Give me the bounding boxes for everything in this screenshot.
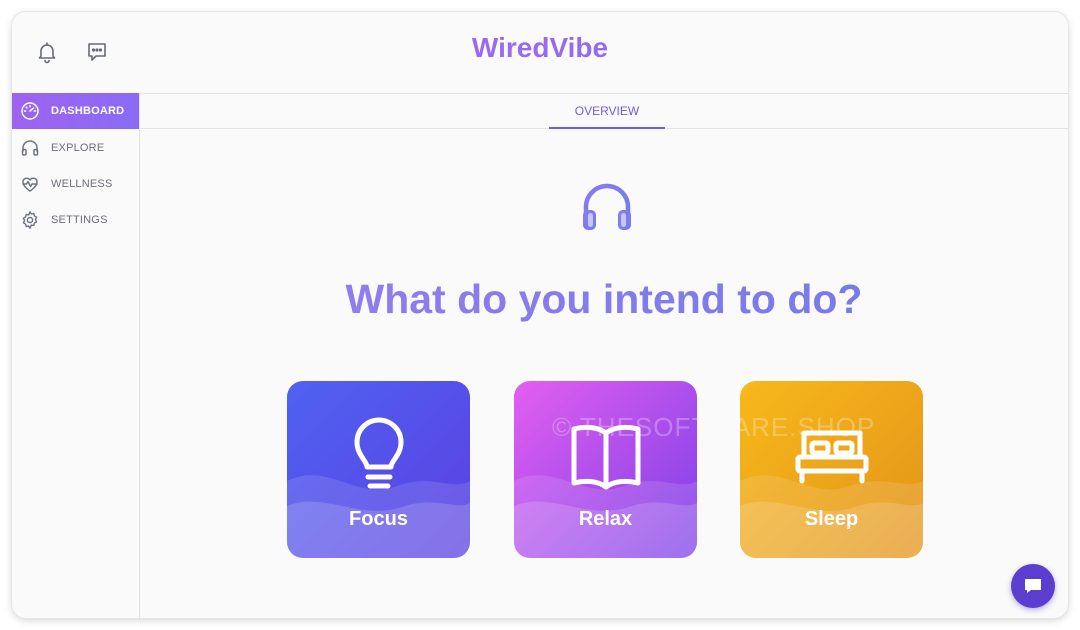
sidebar-item-label: DASHBOARD bbox=[51, 105, 125, 117]
sleep-card[interactable]: Sleep bbox=[740, 381, 923, 558]
focus-card[interactable]: Focus bbox=[287, 381, 470, 558]
sidebar-item-wellness[interactable]: WELLNESS bbox=[12, 166, 139, 202]
speedometer-icon bbox=[20, 101, 40, 121]
sidebar-item-settings[interactable]: SETTINGS bbox=[12, 202, 139, 238]
tab-overview[interactable]: OVERVIEW bbox=[549, 93, 665, 129]
sidebar-item-label: SETTINGS bbox=[51, 214, 108, 226]
lightbulb-icon bbox=[339, 413, 419, 495]
bed-icon bbox=[792, 413, 872, 495]
card-label: Relax bbox=[578, 508, 633, 530]
sidebar-item-label: EXPLORE bbox=[51, 142, 105, 154]
heart-pulse-icon bbox=[20, 174, 40, 194]
chat-button[interactable] bbox=[1011, 564, 1055, 608]
card-label: Sleep bbox=[804, 508, 859, 530]
app-window: WiredVibe DASHBOARD EXPLORE WELLNESS SET… bbox=[12, 12, 1068, 618]
sidebar-item-explore[interactable]: EXPLORE bbox=[12, 130, 139, 166]
sidebar-item-dashboard[interactable]: DASHBOARD bbox=[12, 93, 139, 129]
headphones-icon bbox=[20, 138, 40, 158]
app-title: WiredVibe bbox=[12, 32, 1068, 64]
gear-icon bbox=[20, 210, 40, 230]
tab-bar: OVERVIEW bbox=[140, 93, 1068, 129]
card-label: Focus bbox=[349, 508, 408, 530]
page-title: What do you intend to do? bbox=[140, 276, 1068, 323]
chat-bubble-icon bbox=[1025, 579, 1041, 593]
relax-card[interactable]: Relax bbox=[514, 381, 697, 558]
open-book-icon bbox=[566, 413, 646, 495]
sidebar: DASHBOARD EXPLORE WELLNESS SETTINGS bbox=[12, 93, 140, 618]
headphones-icon bbox=[580, 180, 634, 234]
top-header: WiredVibe bbox=[12, 12, 1068, 94]
sidebar-item-label: WELLNESS bbox=[51, 178, 113, 190]
